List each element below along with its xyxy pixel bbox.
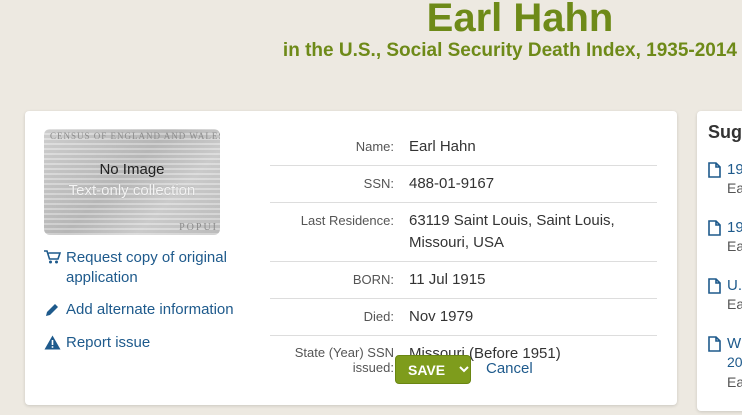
document-icon xyxy=(708,277,721,294)
image-watermark-bottom: POPUI xyxy=(179,222,218,233)
pencil-icon xyxy=(44,300,66,318)
suggestion-item[interactable]: 19 Ea xyxy=(708,161,742,198)
record-image-placeholder[interactable]: CENSUS OF ENGLAND AND WALES. POPUI No Im… xyxy=(44,129,220,235)
page-title: Earl Hahn xyxy=(426,0,614,40)
save-button[interactable]: SAVE xyxy=(395,355,471,384)
cart-icon xyxy=(44,248,66,264)
suggestion-item[interactable]: 19 Ea xyxy=(708,219,742,256)
suggestion-item[interactable]: U. Ea xyxy=(708,277,742,314)
collection-subtitle: in the U.S., Social Security Death Index… xyxy=(282,40,737,61)
fact-label: Name: xyxy=(355,139,394,154)
suggestion-subtitle: Ea xyxy=(727,238,742,254)
document-icon xyxy=(708,219,721,236)
suggestion-title: 19 xyxy=(727,219,742,236)
fact-value: 11 Jul 1915 xyxy=(409,271,486,288)
fact-label: SSN: xyxy=(363,176,394,191)
suggestion-item[interactable]: W 20 Ea xyxy=(708,335,742,392)
add-alternate-label: Add alternate information xyxy=(66,301,234,318)
suggestion-subtitle: Ea xyxy=(727,180,742,196)
document-icon xyxy=(708,161,721,178)
fact-row-born: BORN: 11 Jul 1915 xyxy=(270,262,657,299)
report-issue-label: Report issue xyxy=(66,334,151,351)
fact-row-last-residence: Last Residence: 63119 Saint Louis, Saint… xyxy=(270,203,657,262)
record-card: CENSUS OF ENGLAND AND WALES. POPUI No Im… xyxy=(25,111,677,405)
fact-row-ssn: SSN: 488-01-9167 xyxy=(270,166,657,203)
fact-value: 488-01-9167 xyxy=(409,175,495,192)
fact-value: Nov 1979 xyxy=(409,308,474,325)
record-facts-table: Name: Earl Hahn SSN: 488-01-9167 Last Re… xyxy=(270,129,657,382)
save-button-label: SAVE xyxy=(408,361,446,378)
request-copy-label: Request copy of original application xyxy=(66,249,227,286)
suggestions-panel: Sugg 19 Ea 19 Ea U. Ea xyxy=(697,111,742,411)
suggestion-subtitle: Ea xyxy=(727,374,742,390)
fact-label: Last Residence: xyxy=(300,213,394,228)
no-image-label: No Image xyxy=(99,161,165,178)
request-copy-link[interactable]: Request copy of original application xyxy=(44,248,254,288)
fact-label: State (Year) SSN issued: xyxy=(294,345,394,375)
suggestion-title: W xyxy=(727,335,742,352)
cancel-link[interactable]: Cancel xyxy=(486,360,533,377)
image-watermark: CENSUS OF ENGLAND AND WALES. xyxy=(50,131,220,141)
suggestions-heading: Sugg xyxy=(708,122,742,142)
suggestion-subtitle: Ea xyxy=(727,296,742,312)
suggestion-title-line2: 20 xyxy=(727,354,742,370)
fact-value: Earl Hahn xyxy=(409,138,476,155)
fact-value: 63119 Saint Louis, Saint Louis, Missouri… xyxy=(409,212,615,251)
chevron-down-icon xyxy=(459,366,469,373)
fact-row-died: Died: Nov 1979 xyxy=(270,299,657,336)
warning-icon xyxy=(44,333,66,350)
report-issue-link[interactable]: Report issue xyxy=(44,333,150,353)
fact-label: Died: xyxy=(363,309,394,324)
add-alternate-link[interactable]: Add alternate information xyxy=(44,300,234,320)
text-only-label: Text-only collection xyxy=(68,182,196,199)
suggestion-title: U. xyxy=(727,277,742,294)
suggestion-title: 19 xyxy=(727,161,742,178)
document-icon xyxy=(708,335,721,352)
fact-label: BORN: xyxy=(352,272,394,287)
fact-row-name: Name: Earl Hahn xyxy=(270,129,657,166)
